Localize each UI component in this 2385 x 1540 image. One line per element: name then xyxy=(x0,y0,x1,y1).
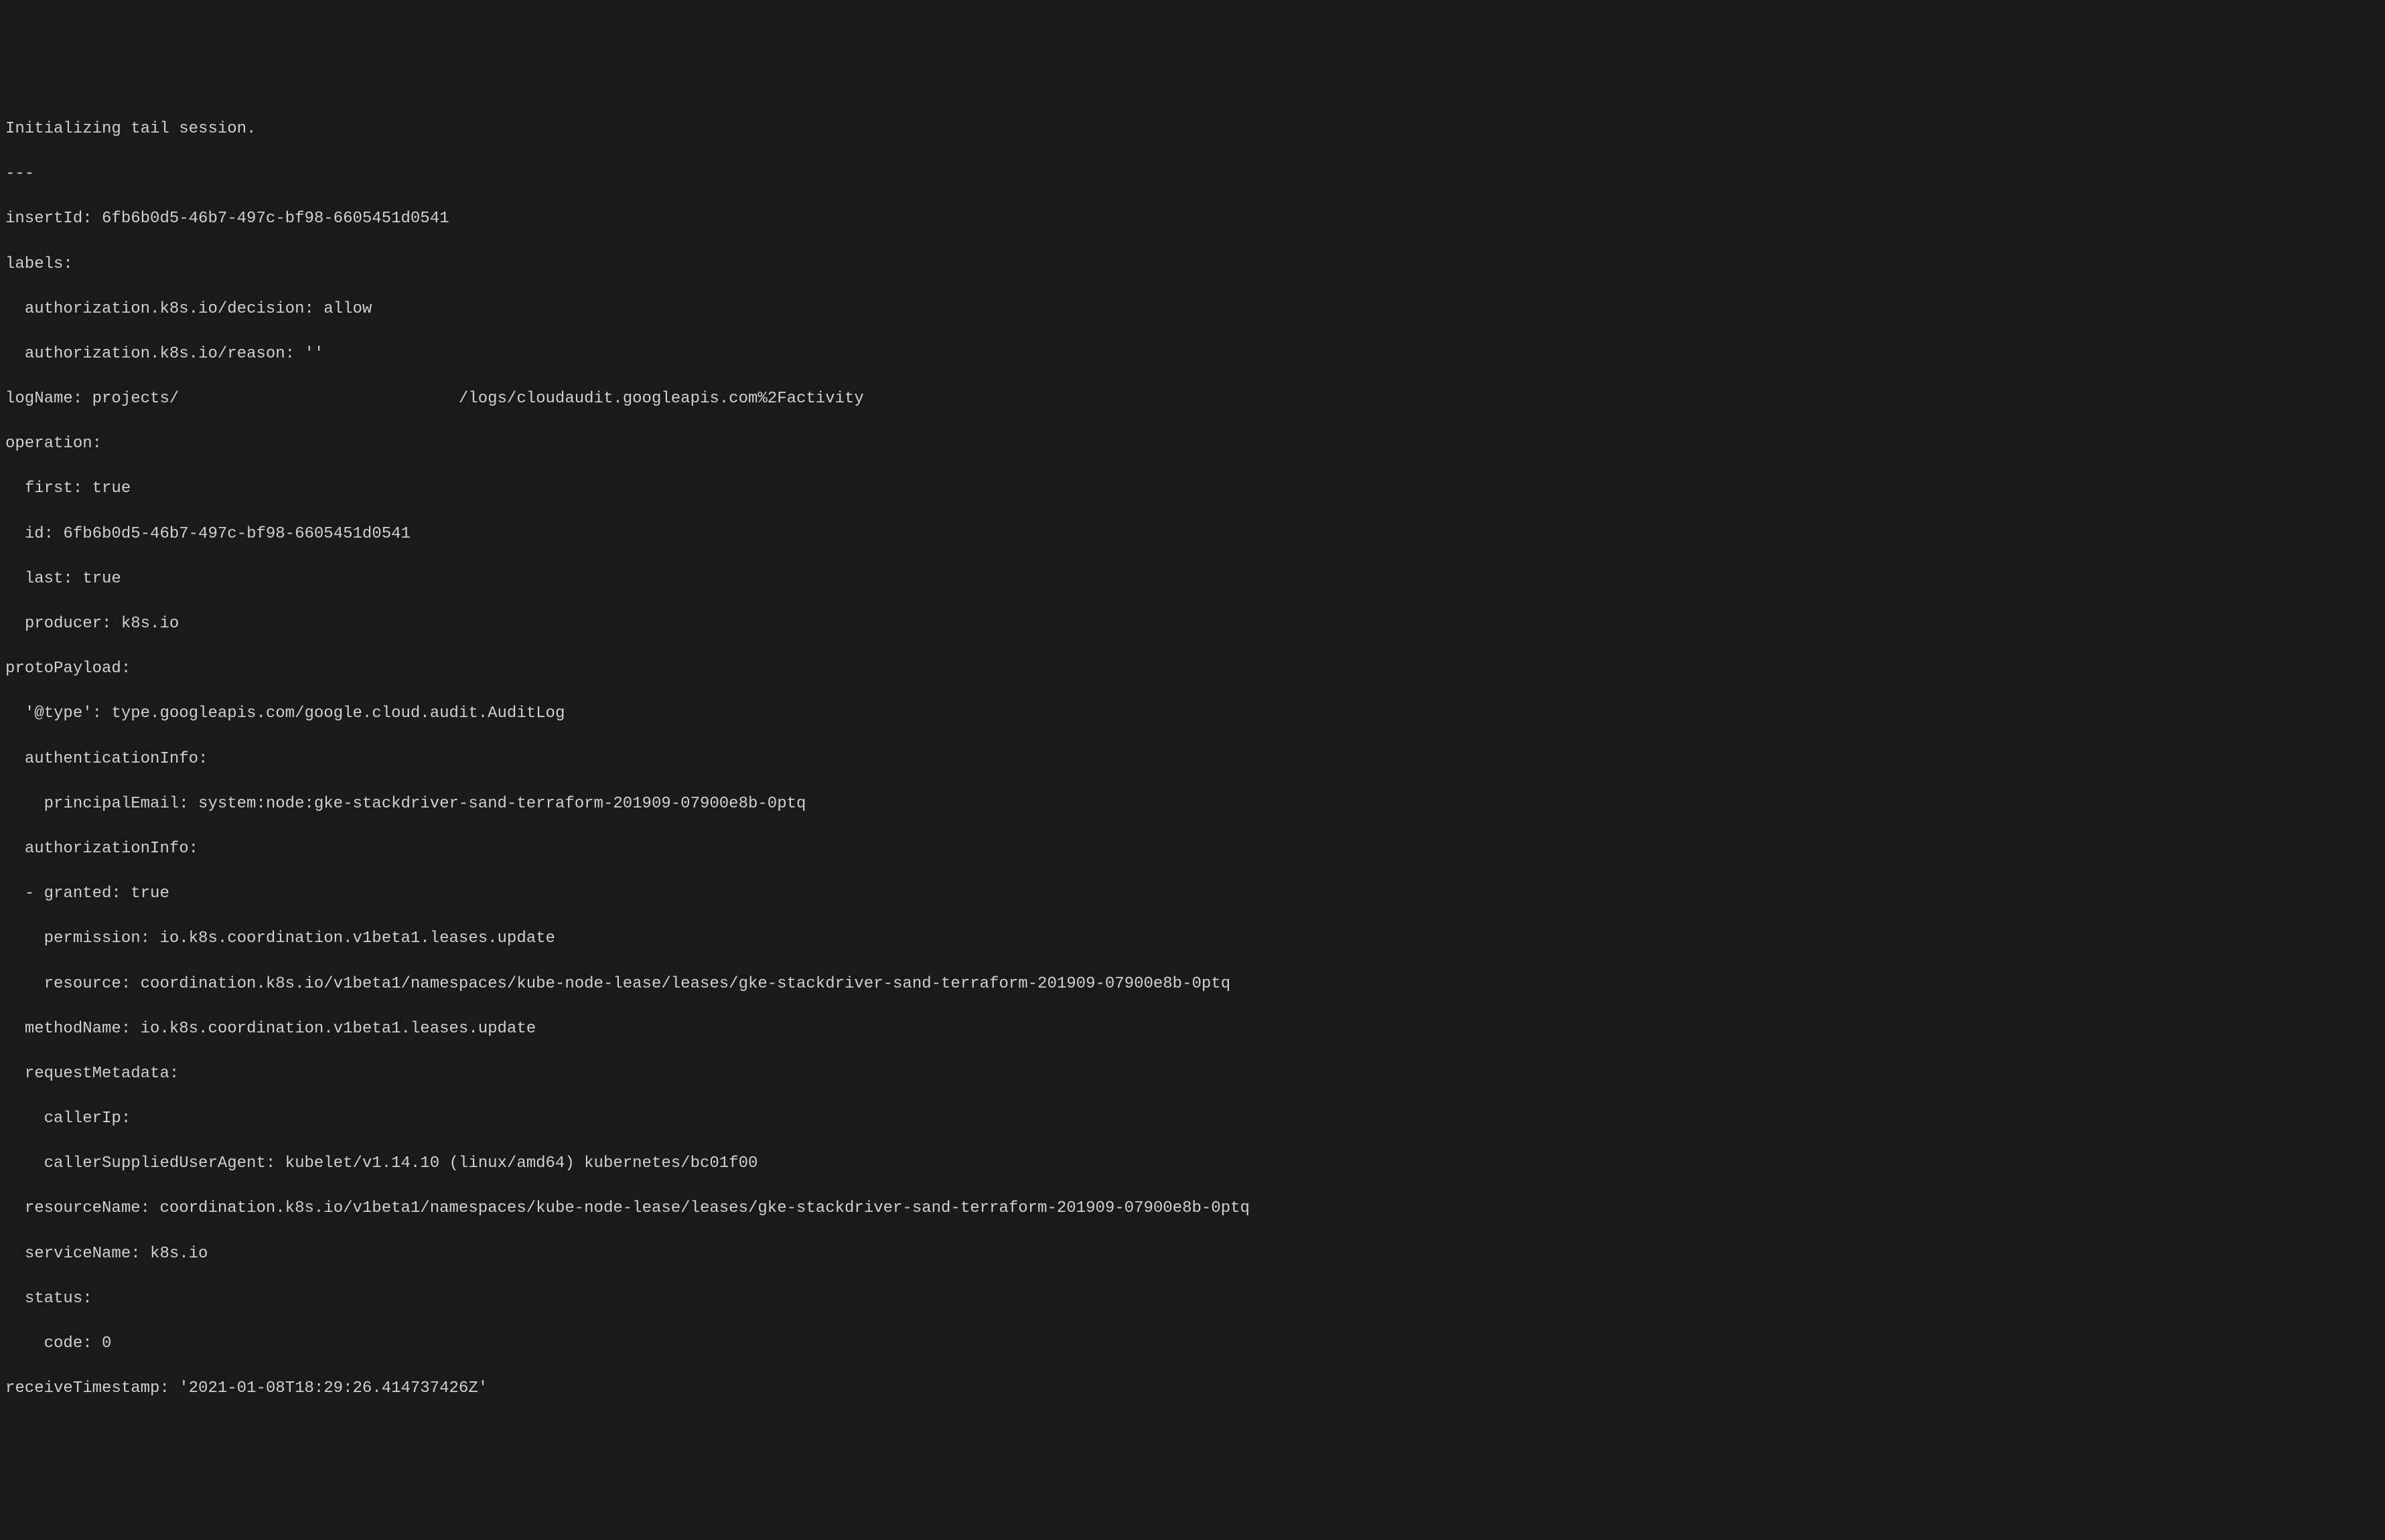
log-line: protoPayload: xyxy=(5,658,2380,680)
log-line: labels: xyxy=(5,253,2380,276)
log-line: serviceName: k8s.io xyxy=(5,1243,2380,1265)
log-line: requestMetadata: xyxy=(5,1063,2380,1085)
log-line: authenticationInfo: xyxy=(5,748,2380,771)
log-line: receiveTimestamp: '2021-01-08T18:29:26.4… xyxy=(5,1377,2380,1400)
log-line: authorization.k8s.io/decision: allow xyxy=(5,298,2380,321)
log-line: principalEmail: system:node:gke-stackdri… xyxy=(5,793,2380,816)
log-line: operation: xyxy=(5,433,2380,455)
log-line: authorizationInfo: xyxy=(5,838,2380,860)
log-line: callerIp: xyxy=(5,1107,2380,1130)
log-line: producer: k8s.io xyxy=(5,613,2380,635)
log-line: - granted: true xyxy=(5,882,2380,905)
log-line: '@type': type.googleapis.com/google.clou… xyxy=(5,702,2380,725)
log-line: resource: coordination.k8s.io/v1beta1/na… xyxy=(5,973,2380,996)
log-line: code: 0 xyxy=(5,1332,2380,1355)
log-line: Initializing tail session. xyxy=(5,118,2380,141)
log-line: methodName: io.k8s.coordination.v1beta1.… xyxy=(5,1018,2380,1041)
log-line: permission: io.k8s.coordination.v1beta1.… xyxy=(5,927,2380,950)
log-line: last: true xyxy=(5,568,2380,591)
log-line: resourceName: coordination.k8s.io/v1beta… xyxy=(5,1197,2380,1220)
log-line: --- xyxy=(5,163,2380,185)
log-line: id: 6fb6b0d5-46b7-497c-bf98-6605451d0541 xyxy=(5,523,2380,546)
log-line: insertId: 6fb6b0d5-46b7-497c-bf98-660545… xyxy=(5,208,2380,230)
terminal-output: Initializing tail session. --- insertId:… xyxy=(5,95,2380,1422)
log-line: first: true xyxy=(5,477,2380,500)
log-line: callerSuppliedUserAgent: kubelet/v1.14.1… xyxy=(5,1152,2380,1175)
log-line: logName: projects/ /logs/cloudaudit.goog… xyxy=(5,388,2380,410)
log-line: status: xyxy=(5,1288,2380,1310)
log-line: authorization.k8s.io/reason: '' xyxy=(5,343,2380,366)
